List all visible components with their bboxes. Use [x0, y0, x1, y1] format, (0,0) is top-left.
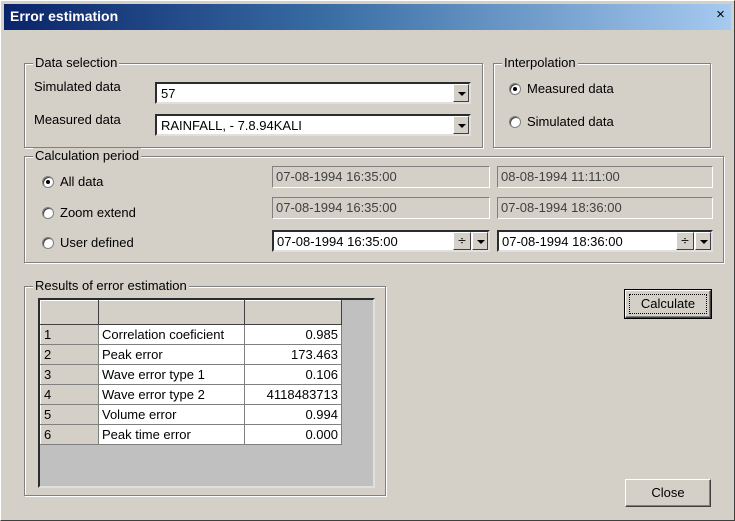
interpolation-measured-label: Measured data [527, 81, 614, 96]
table-row[interactable]: 3 Wave error type 1 0.106 [40, 364, 342, 385]
row-name[interactable]: Peak time error [98, 424, 245, 445]
radio-icon[interactable] [42, 237, 54, 249]
data-selection-legend: Data selection [33, 55, 120, 70]
period-zoom-extend-label: Zoom extend [60, 205, 136, 220]
all-data-start-field: 07-08-1994 16:35:00 [272, 166, 490, 188]
column-header[interactable] [40, 300, 99, 325]
row-index[interactable]: 4 [40, 384, 99, 405]
results-legend: Results of error estimation [33, 278, 189, 293]
calculate-button-label: Calculate [629, 294, 707, 314]
zoom-end-value: 07-08-1994 18:36:00 [501, 200, 622, 215]
measured-data-select[interactable]: RAINFALL, - 7.8.94KALI [155, 114, 471, 136]
close-icon[interactable]: × [713, 7, 728, 22]
radio-selected-icon[interactable] [42, 176, 54, 188]
row-value[interactable]: 173.463 [244, 344, 342, 365]
window-title: Error estimation [10, 8, 119, 24]
row-value[interactable]: 0.000 [244, 424, 342, 445]
row-value[interactable]: 0.985 [244, 324, 342, 345]
row-value[interactable]: 4118483713 [244, 384, 342, 405]
row-index[interactable]: 2 [40, 344, 99, 365]
table-row[interactable]: 6 Peak time error 0.000 [40, 424, 342, 445]
simulated-data-value: 57 [161, 86, 176, 101]
radio-icon[interactable] [42, 207, 54, 219]
row-name[interactable]: Volume error [98, 404, 245, 425]
table-row[interactable]: 2 Peak error 173.463 [40, 344, 342, 365]
radio-icon[interactable] [509, 116, 521, 128]
close-button[interactable]: Close [625, 479, 711, 507]
user-start-value: 07-08-1994 16:35:00 [277, 234, 398, 249]
user-end-value: 07-08-1994 18:36:00 [502, 234, 623, 249]
zoom-start-value: 07-08-1994 16:35:00 [276, 200, 397, 215]
error-estimation-dialog: Error estimation × Data selection Simula… [0, 0, 735, 521]
calculate-button[interactable]: Calculate [624, 289, 712, 319]
chevron-down-icon[interactable] [695, 232, 711, 250]
results-grid[interactable]: 1 Correlation coeficient 0.985 2 Peak error 1… [38, 298, 375, 488]
row-index[interactable]: 6 [40, 424, 99, 445]
chevron-down-icon[interactable] [472, 232, 488, 250]
user-start-datetime-picker[interactable]: 07-08-1994 16:35:00 ÷ [272, 230, 490, 252]
measured-data-label: Measured data [34, 112, 121, 127]
title-bar[interactable]: Error estimation [4, 4, 731, 30]
zoom-start-field: 07-08-1994 16:35:00 [272, 197, 490, 219]
simulated-data-select[interactable]: 57 [155, 82, 471, 104]
table-row[interactable]: 5 Volume error 0.994 [40, 404, 342, 425]
row-name[interactable]: Wave error type 2 [98, 384, 245, 405]
interpolation-simulated-label: Simulated data [527, 114, 614, 129]
table-row[interactable]: 1 Correlation coeficient 0.985 [40, 324, 342, 345]
user-end-datetime-picker[interactable]: 07-08-1994 18:36:00 ÷ [497, 230, 713, 252]
period-user-defined-label: User defined [60, 235, 134, 250]
all-data-end-value: 08-08-1994 11:11:00 [501, 169, 620, 184]
row-name[interactable]: Correlation coeficient [98, 324, 245, 345]
results-table: 1 Correlation coeficient 0.985 2 Peak error 1… [40, 300, 342, 445]
all-data-start-value: 07-08-1994 16:35:00 [276, 169, 397, 184]
calculation-period-legend: Calculation period [33, 148, 142, 163]
table-header-row [40, 300, 342, 325]
row-index[interactable]: 1 [40, 324, 99, 345]
row-name[interactable]: Wave error type 1 [98, 364, 245, 385]
column-header[interactable] [98, 300, 245, 325]
zoom-end-field: 07-08-1994 18:36:00 [497, 197, 713, 219]
up-down-spin-icon[interactable]: ÷ [453, 232, 471, 250]
row-index[interactable]: 3 [40, 364, 99, 385]
chevron-down-icon[interactable] [453, 116, 469, 134]
radio-selected-icon[interactable] [509, 83, 521, 95]
chevron-down-icon[interactable] [453, 84, 469, 102]
simulated-data-label: Simulated data [34, 79, 121, 94]
column-header[interactable] [244, 300, 342, 325]
up-down-spin-icon[interactable]: ÷ [676, 232, 694, 250]
close-button-label: Close [651, 485, 685, 500]
row-value[interactable]: 0.994 [244, 404, 342, 425]
period-all-data-label: All data [60, 174, 104, 189]
row-value[interactable]: 0.106 [244, 364, 342, 385]
row-index[interactable]: 5 [40, 404, 99, 425]
table-row[interactable]: 4 Wave error type 2 4118483713 [40, 384, 342, 405]
interpolation-legend: Interpolation [502, 55, 578, 70]
row-name[interactable]: Peak error [98, 344, 245, 365]
all-data-end-field: 08-08-1994 11:11:00 [497, 166, 713, 188]
interpolation-group: Interpolation [493, 55, 711, 148]
measured-data-value: RAINFALL, - 7.8.94KALI [161, 118, 302, 133]
